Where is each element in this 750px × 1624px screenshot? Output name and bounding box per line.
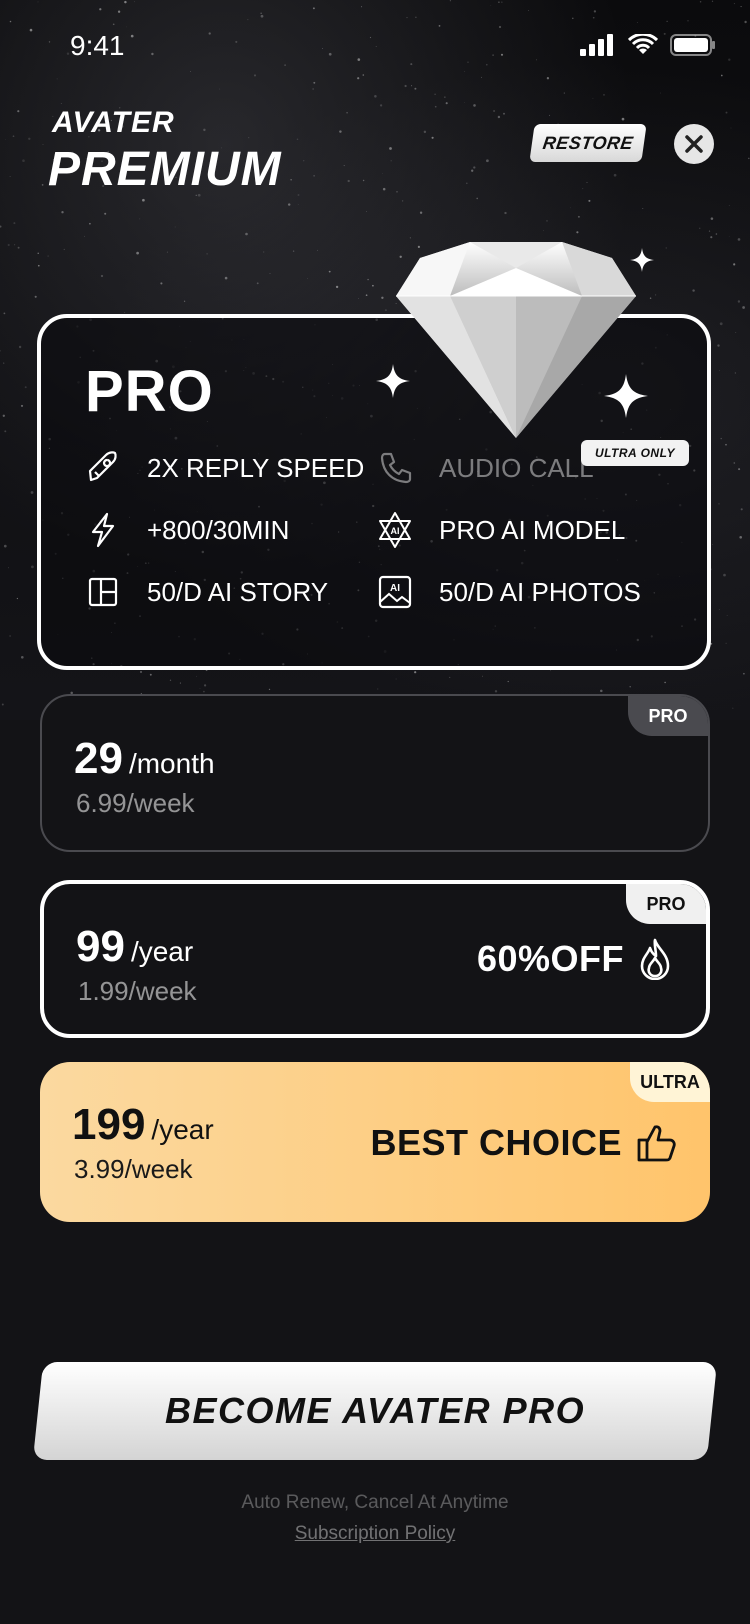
lightning-icon (83, 510, 123, 550)
feature-label: AUDIO CALL (439, 452, 594, 483)
svg-text:AI: AI (391, 526, 400, 536)
plan-badge: ULTRA (630, 1062, 710, 1102)
auto-renew-note: Auto Renew, Cancel At Anytime (241, 1492, 509, 1513)
thumbs-up-icon (636, 1123, 678, 1163)
plan-price: 29 (74, 734, 123, 783)
discount-tag: 60%OFF (477, 938, 672, 980)
feature-reply-speed: 2X REPLY SPEED (83, 448, 364, 488)
plan-yearly-ultra[interactable]: ULTRA 199 /year 3.99/week BEST CHOICE (40, 1062, 710, 1222)
plan-badge: PRO (628, 696, 708, 736)
sparkle-icon (630, 248, 654, 272)
status-time: 9:41 (70, 30, 125, 61)
subscription-policy-link-wrap: Subscription Policy (0, 1523, 750, 1545)
subscription-policy-link[interactable]: Subscription Policy (295, 1523, 456, 1544)
signal-icon (580, 34, 613, 56)
feature-label: 50/D AI PHOTOS (439, 576, 641, 607)
plan-yearly-pro[interactable]: PRO 99 /year 1.99/week 60%OFF (40, 880, 710, 1038)
rocket-icon (83, 448, 123, 488)
price-row: 199 /year (72, 1100, 214, 1150)
sparkle-icon (376, 364, 410, 398)
feature-ai-photos: AI 50/D AI PHOTOS (375, 572, 641, 612)
ai-star-icon: AI (375, 510, 415, 550)
feature-label: PRO AI MODEL (439, 514, 626, 545)
restore-button[interactable]: RESTORE (529, 124, 647, 162)
plan-monthly[interactable]: PRO 29 /month 6.99/week (40, 694, 710, 852)
feature-message-limit: +800/30MIN (83, 510, 289, 550)
feature-audio-call: AUDIO CALL (375, 448, 594, 488)
become-pro-button[interactable]: BECOME AVATER PRO (32, 1362, 718, 1460)
brand-name: AVATER (52, 106, 175, 139)
close-icon (685, 135, 703, 153)
story-icon (83, 572, 123, 612)
feature-ai-model: AI PRO AI MODEL (375, 510, 625, 550)
cta-label: BECOME AVATER PRO (164, 1390, 586, 1431)
plan-weekly-price: 6.99/week (76, 788, 195, 818)
sparkle-icon (604, 374, 648, 418)
feature-label: +800/30MIN (147, 514, 290, 545)
feature-label: 50/D AI STORY (147, 576, 329, 607)
best-choice-tag: BEST CHOICE (370, 1122, 678, 1164)
feature-label: 2X REPLY SPEED (147, 452, 365, 483)
plan-badge: PRO (626, 884, 706, 924)
best-choice-label: BEST CHOICE (370, 1122, 622, 1163)
plan-period: /year (130, 936, 194, 967)
phone-icon (375, 448, 415, 488)
ai-photo-icon: AI (375, 572, 415, 612)
plan-weekly-price: 1.99/week (78, 976, 197, 1006)
status-icons (580, 34, 716, 56)
battery-icon (670, 34, 715, 56)
page-title: PREMIUM (48, 143, 282, 196)
feature-ai-story: 50/D AI STORY (83, 572, 328, 612)
close-button[interactable] (674, 124, 714, 164)
wifi-icon (628, 34, 658, 54)
plan-price: 99 (76, 922, 125, 971)
svg-text:AI: AI (390, 583, 400, 594)
plan-period: /month (128, 748, 215, 779)
plan-period: /year (151, 1114, 214, 1145)
discount-label: 60%OFF (476, 938, 624, 979)
plan-price: 199 (72, 1100, 146, 1149)
price-row: 99 /year (76, 922, 193, 972)
flame-icon (638, 938, 672, 980)
pro-card-title: PRO (85, 359, 214, 424)
price-row: 29 /month (74, 734, 215, 784)
plan-weekly-price: 3.99/week (74, 1154, 193, 1184)
